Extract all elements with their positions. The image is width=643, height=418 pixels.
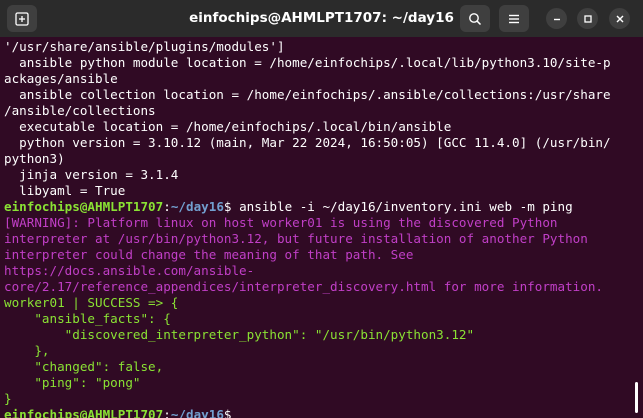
- terminal-line: /ansible/collections: [4, 103, 156, 119]
- terminal-text: "ansible_facts": {: [4, 311, 171, 326]
- terminal-text: ansible python module location = /home/e…: [4, 55, 611, 70]
- terminal-text: },: [4, 343, 50, 358]
- terminal-line: },: [4, 343, 50, 359]
- maximize-icon: [583, 14, 592, 23]
- terminal-line: einfochips@AHMLPT1707:~/day16$ ansible -…: [4, 199, 573, 215]
- terminal-line: }: [4, 391, 12, 407]
- terminal-line: ansible collection location = /home/einf…: [4, 87, 611, 103]
- hamburger-menu-icon: [509, 14, 519, 23]
- search-button[interactable]: [460, 5, 490, 32]
- terminal-text: $ ansible -i ~/day16/inventory.ini web -…: [223, 199, 573, 214]
- terminal-text: einfochips@AHMLPT1707: [4, 407, 164, 418]
- terminal-text: interpreter at /usr/bin/python3.12, but …: [4, 231, 588, 246]
- terminal-line: python3): [4, 151, 65, 167]
- menu-button[interactable]: [499, 5, 529, 32]
- terminal-text: /ansible/collections: [4, 103, 156, 118]
- terminal-line: https://docs.ansible.com/ansible-: [4, 263, 254, 279]
- new-tab-button[interactable]: [7, 5, 37, 32]
- close-icon: [616, 15, 623, 22]
- terminal-line: worker01 | SUCCESS => {: [4, 295, 178, 311]
- terminal-text: executable location = /home/einfochips/.…: [4, 119, 452, 134]
- terminal-line: "ansible_facts": {: [4, 311, 171, 327]
- terminal-text: [WARNING]: Platform linux on host worker…: [4, 215, 558, 230]
- terminal-text: jinja version = 3.1.4: [4, 167, 179, 182]
- minimize-button[interactable]: [546, 8, 567, 29]
- terminal-text: "discovered_interpreter_python": "/usr/b…: [4, 327, 475, 342]
- terminal-text: "ping": "pong": [4, 375, 141, 390]
- terminal-text: python version = 3.10.12 (main, Mar 22 2…: [4, 135, 611, 150]
- terminal-window: einfochips@AHMLPT1707: ~/day16 '/usr/sha…: [0, 0, 643, 418]
- terminal-text: einfochips@AHMLPT1707: [4, 199, 164, 214]
- terminal-text: $: [223, 407, 240, 418]
- terminal-line: interpreter at /usr/bin/python3.12, but …: [4, 231, 588, 247]
- terminal-text: interpreter could change the meaning of …: [4, 247, 414, 262]
- terminal-line: python version = 3.10.12 (main, Mar 22 2…: [4, 135, 611, 151]
- terminal-line: "ping": "pong": [4, 375, 140, 391]
- terminal-text: https://docs.ansible.com/ansible-: [4, 263, 255, 278]
- scrollbar[interactable]: [635, 382, 638, 413]
- terminal-line: "changed": false,: [4, 359, 163, 375]
- terminal-output[interactable]: '/usr/share/ansible/plugins/modules'] an…: [0, 37, 643, 418]
- terminal-line: ackages/ansible: [4, 71, 118, 87]
- close-button[interactable]: [609, 8, 630, 29]
- terminal-text: :: [163, 199, 171, 214]
- terminal-line: [WARNING]: Platform linux on host worker…: [4, 215, 558, 231]
- terminal-text: libyaml = True: [4, 183, 126, 198]
- terminal-text: python3): [4, 151, 65, 166]
- terminal-text: "changed": false,: [4, 359, 164, 374]
- terminal-text: ~/day16: [170, 199, 224, 214]
- terminal-text: ansible collection location = /home/einf…: [4, 87, 611, 102]
- terminal-line: ansible python module location = /home/e…: [4, 55, 611, 71]
- terminal-text: :: [163, 407, 171, 418]
- maximize-button[interactable]: [577, 8, 598, 29]
- terminal-line: einfochips@AHMLPT1707:~/day16$: [4, 407, 239, 418]
- terminal-text: }: [4, 391, 12, 406]
- terminal-line: interpreter could change the meaning of …: [4, 247, 413, 263]
- terminal-line: executable location = /home/einfochips/.…: [4, 119, 451, 135]
- terminal-text: worker01 | SUCCESS => {: [4, 295, 179, 310]
- minimize-icon: [553, 18, 560, 20]
- terminal-text: ~/day16: [170, 407, 224, 418]
- terminal-text: ackages/ansible: [4, 71, 118, 86]
- new-tab-icon: [15, 11, 29, 26]
- terminal-text: '/usr/share/ansible/plugins/modules']: [4, 39, 285, 54]
- terminal-line: jinja version = 3.1.4: [4, 167, 178, 183]
- search-icon: [469, 12, 482, 25]
- terminal-text: core/2.17/reference_appendices/interpret…: [4, 279, 603, 294]
- title-bar: einfochips@AHMLPT1707: ~/day16: [0, 0, 643, 37]
- terminal-line: core/2.17/reference_appendices/interpret…: [4, 279, 603, 295]
- terminal-line: libyaml = True: [4, 183, 125, 199]
- terminal-line: "discovered_interpreter_python": "/usr/b…: [4, 327, 474, 343]
- terminal-line: '/usr/share/ansible/plugins/modules']: [4, 39, 285, 55]
